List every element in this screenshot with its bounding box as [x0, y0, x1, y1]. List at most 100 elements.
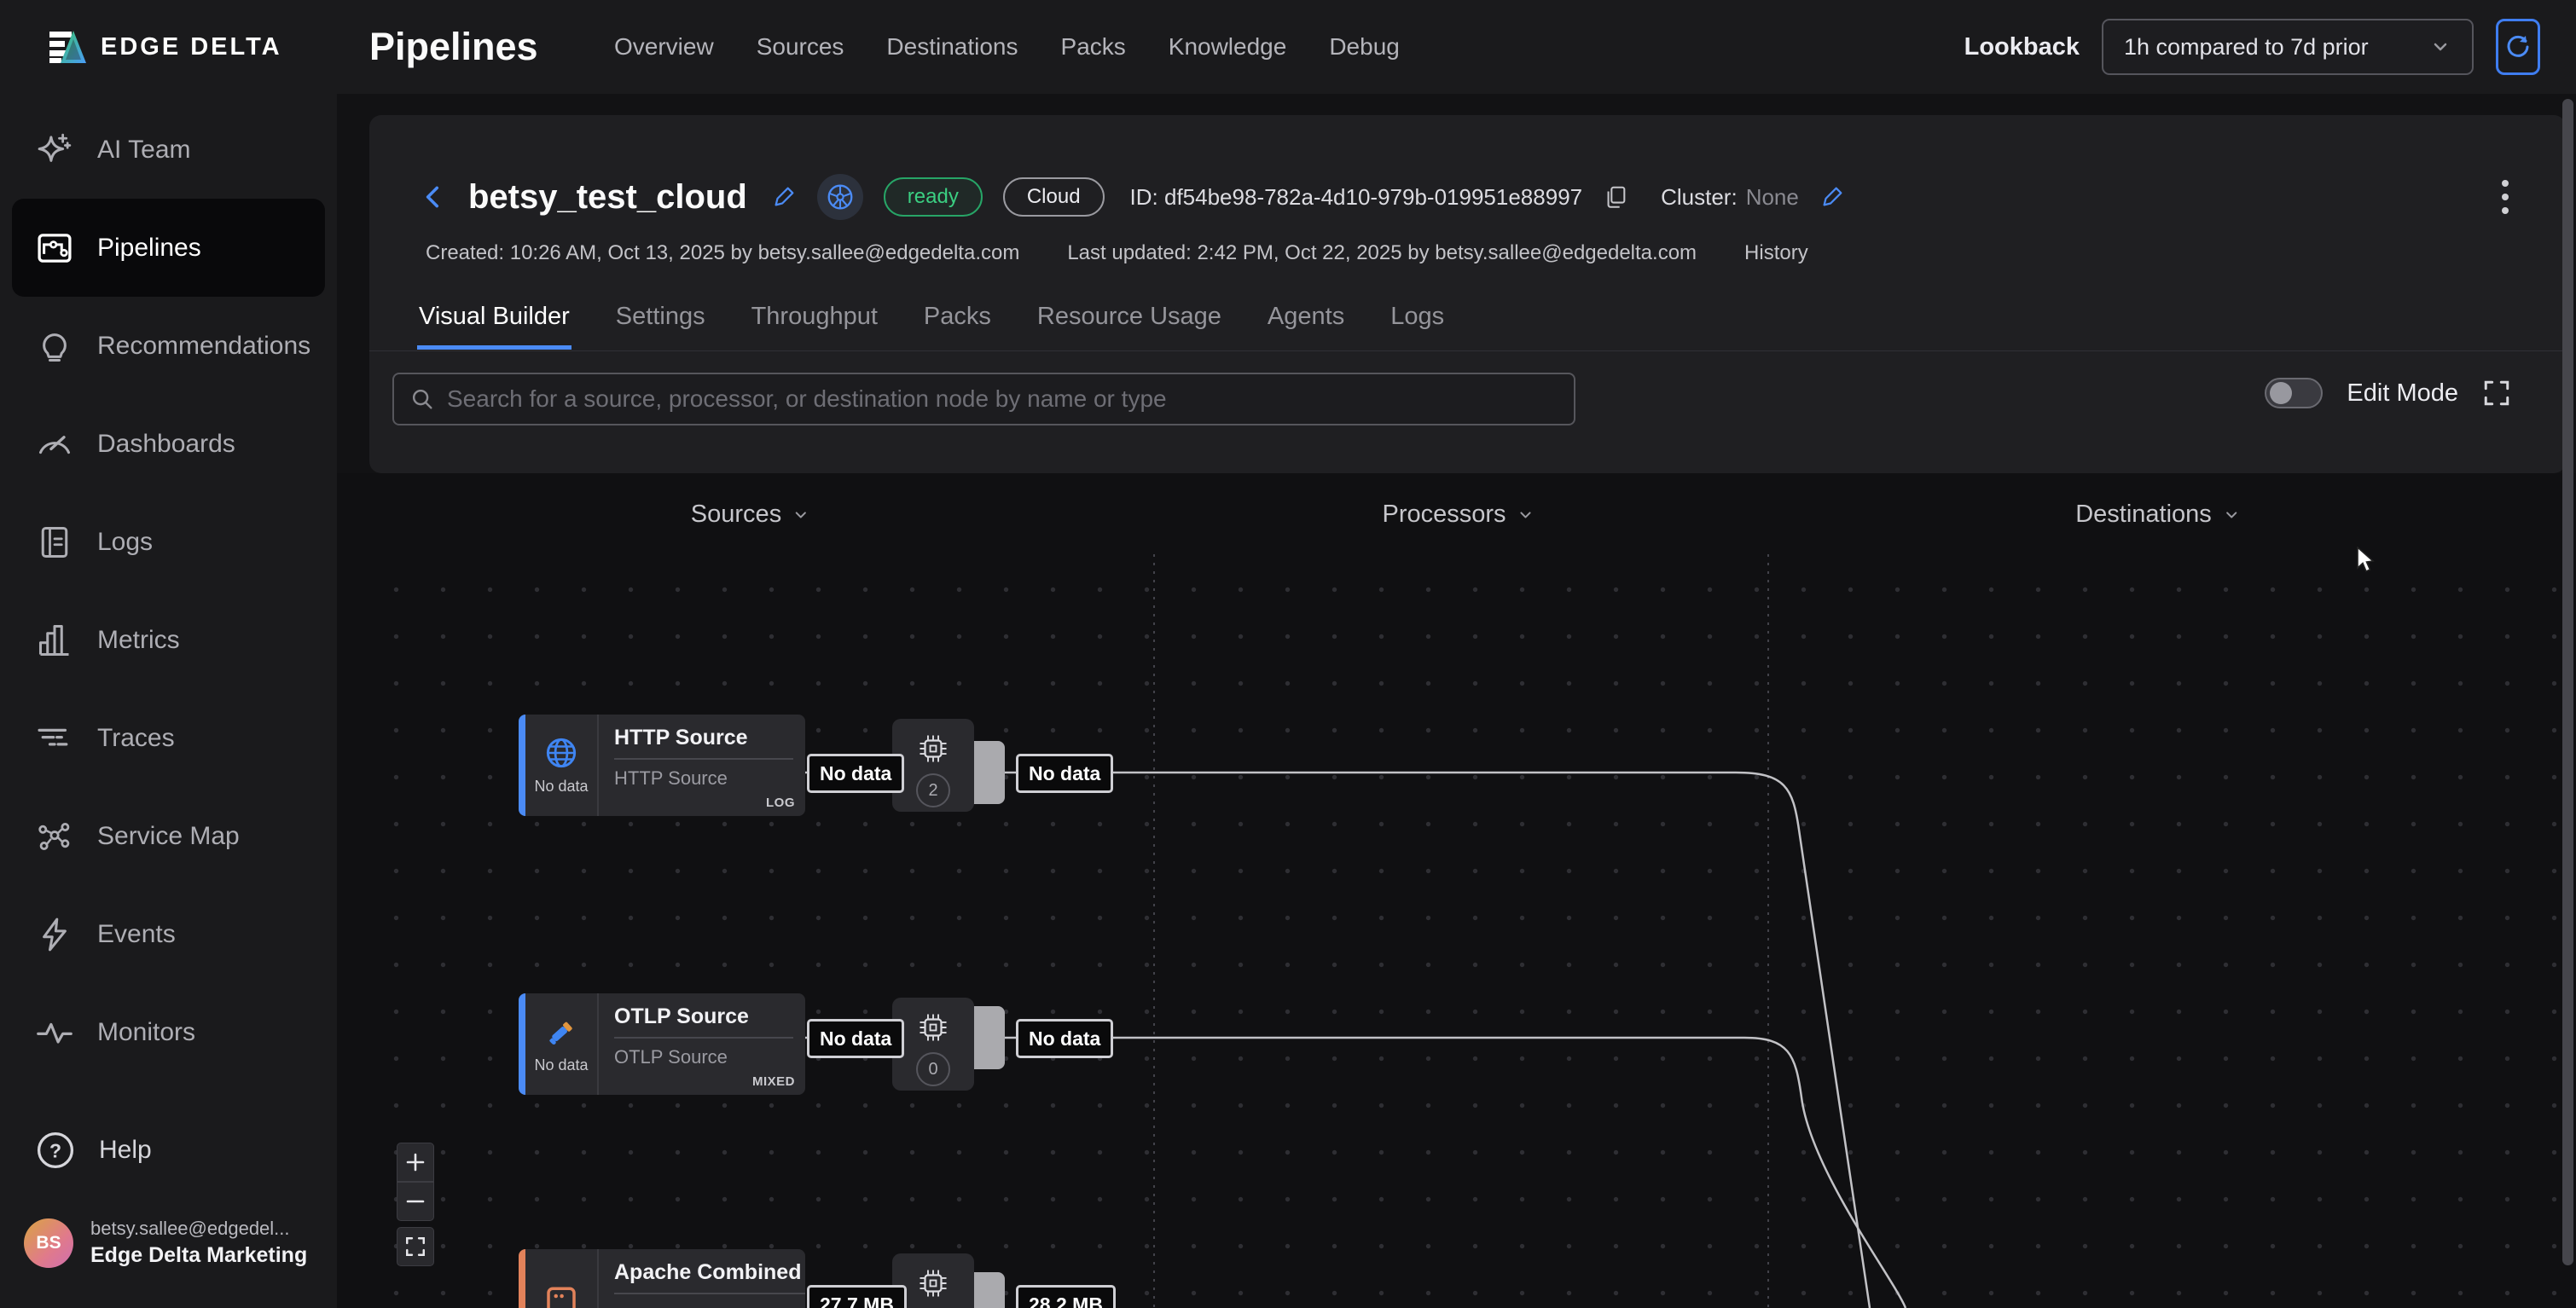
nav-destinations[interactable]: Destinations [886, 33, 1018, 61]
edit-mode-toggle[interactable] [2265, 378, 2323, 408]
tab-settings[interactable]: Settings [614, 288, 707, 350]
search-input[interactable] [447, 385, 1558, 413]
tab-visual-builder[interactable]: Visual Builder [417, 288, 571, 350]
fit-view-button[interactable] [397, 1227, 434, 1266]
throughput-badge-in: 27.7 MB [807, 1285, 907, 1308]
node-accent-bar [519, 993, 525, 1095]
sidebar-item-label: Dashboards [97, 430, 235, 459]
nav-knowledge[interactable]: Knowledge [1169, 33, 1287, 61]
mouse-cursor [2356, 547, 2382, 574]
sidebar-item-label: Metrics [97, 626, 180, 655]
kubernetes-icon [826, 182, 855, 211]
sidebar-item-label: Traces [97, 724, 175, 753]
pipeline-title: betsy_test_cloud [468, 178, 747, 217]
zoom-in-button[interactable] [397, 1143, 434, 1182]
tab-agents[interactable]: Agents [1266, 288, 1346, 350]
tab-resource-usage[interactable]: Resource Usage [1036, 288, 1223, 350]
processor-count: 0 [916, 1052, 950, 1086]
node-status: No data [534, 1056, 588, 1074]
edit-title-button[interactable] [771, 184, 797, 210]
type-badge: Cloud [1003, 177, 1105, 217]
sidebar-item-label: Events [97, 920, 176, 949]
logs-icon [36, 524, 73, 561]
node-otlp-source[interactable]: No data OTLP Source OTLP Source MIXED [519, 993, 805, 1095]
refresh-button[interactable] [2496, 19, 2540, 75]
node-body: Apache Combined JSON [599, 1249, 805, 1308]
page-scrollbar[interactable] [2562, 99, 2573, 1301]
sidebar-item-monitors[interactable]: Monitors [12, 983, 325, 1081]
node-type-tag: MIXED [752, 1074, 795, 1089]
node-http-source[interactable]: No data HTTP Source HTTP Source LOG [519, 715, 805, 816]
sidebar-item-help[interactable]: ? Help [12, 1101, 325, 1199]
terminal-icon [544, 1283, 578, 1308]
chevron-left-icon [419, 182, 448, 211]
node-divider [614, 1037, 793, 1039]
nav-overview[interactable]: Overview [614, 33, 714, 61]
tab-logs[interactable]: Logs [1389, 288, 1446, 350]
pipeline-meta-row: Created: 10:26 AM, Oct 13, 2025 by betsy… [426, 241, 1808, 265]
nav-packs[interactable]: Packs [1061, 33, 1126, 61]
sidebar-item-ai-team[interactable]: AI Team [12, 101, 325, 199]
sidebar-item-label: Pipelines [97, 234, 201, 263]
edge-delta-logo-icon [48, 29, 87, 65]
sidebar-item-events[interactable]: Events [12, 885, 325, 983]
nav-debug[interactable]: Debug [1329, 33, 1400, 61]
canvas-zoom-controls [397, 1143, 434, 1266]
sidebar-item-recommendations[interactable]: Recommendations [12, 297, 325, 395]
kubernetes-badge[interactable] [817, 174, 863, 220]
node-apache-combined-json[interactable]: Apache Combined JSON [519, 1249, 805, 1308]
sidebar-item-traces[interactable]: Traces [12, 689, 325, 787]
zoom-out-button[interactable] [397, 1182, 434, 1221]
lookback-select[interactable]: 1h compared to 7d prior [2102, 19, 2474, 75]
pencil-icon [771, 184, 797, 210]
node-body: HTTP Source HTTP Source LOG [599, 715, 805, 816]
bar-chart-icon [36, 622, 73, 659]
user-menu[interactable]: BS betsy.sallee@edgedel... Edge Delta Ma… [24, 1218, 307, 1268]
history-link[interactable]: History [1744, 241, 1808, 265]
help-label: Help [99, 1136, 152, 1165]
cluster-label: Cluster: [1661, 184, 1738, 211]
pipeline-header-row: betsy_test_cloud ready Cloud ID: df54be9… [419, 165, 2511, 229]
chip-icon [917, 1267, 949, 1299]
sidebar-item-logs[interactable]: Logs [12, 493, 325, 591]
pipeline-canvas[interactable]: Sources Processors Destinations No data [337, 473, 2576, 1308]
processor-node[interactable]: 0 [892, 998, 974, 1091]
svg-text:?: ? [49, 1139, 61, 1161]
copy-id-button[interactable] [1603, 184, 1628, 210]
fullscreen-icon[interactable] [2482, 379, 2511, 408]
node-title: OTLP Source [614, 1004, 793, 1029]
sidebar-item-dashboards[interactable]: Dashboards [12, 395, 325, 493]
top-nav: Overview Sources Destinations Packs Know… [614, 0, 1400, 94]
edit-cluster-button[interactable] [1819, 184, 1845, 210]
connection-lines [337, 473, 2576, 1308]
sidebar-item-service-map[interactable]: Service Map [12, 787, 325, 885]
node-accent-bar [519, 1249, 525, 1308]
traces-icon [36, 720, 73, 757]
chip-icon [917, 732, 949, 765]
created-text: Created: 10:26 AM, Oct 13, 2025 by betsy… [426, 241, 1019, 265]
back-button[interactable] [419, 182, 448, 211]
kebab-icon [2499, 177, 2511, 217]
node-title: Apache Combined JSON [614, 1260, 805, 1285]
node-search [392, 373, 1575, 425]
sidebar-item-metrics[interactable]: Metrics [12, 591, 325, 689]
processor-node[interactable]: 2 [892, 719, 974, 812]
sidebar-item-pipelines[interactable]: Pipelines [12, 199, 325, 297]
status-badge: ready [884, 177, 983, 217]
node-icon-column [525, 1249, 599, 1308]
throughput-badge-out: No data [1016, 1019, 1113, 1058]
globe-icon [544, 736, 578, 770]
scrollbar-thumb[interactable] [2562, 99, 2573, 1265]
edit-mode-controls: Edit Mode [2265, 378, 2511, 408]
pipeline-id: ID: df54be98-782a-4d10-979b-019951e88997 [1130, 184, 1583, 211]
more-actions-button[interactable] [2499, 177, 2511, 217]
user-org: Edge Delta Marketing [90, 1243, 307, 1268]
pipelines-icon [36, 229, 73, 267]
tab-packs[interactable]: Packs [922, 288, 993, 350]
fit-view-icon [404, 1236, 426, 1258]
node-output-connector [972, 1006, 1005, 1069]
tab-throughput[interactable]: Throughput [750, 288, 879, 350]
nav-sources[interactable]: Sources [757, 33, 844, 61]
node-output-connector [972, 741, 1005, 804]
edge-delta-logo[interactable]: EDGE DELTA [48, 0, 282, 94]
